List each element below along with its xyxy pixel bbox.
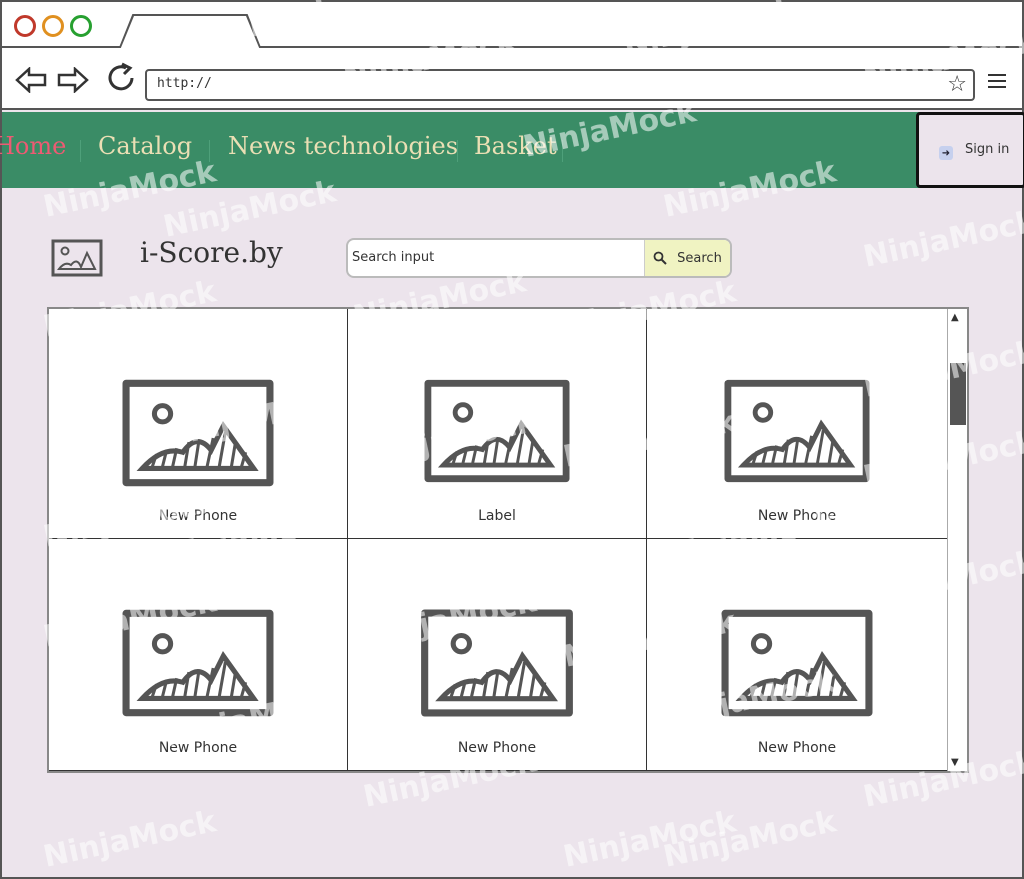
product-label: New Phone (457, 740, 537, 756)
scroll-up-icon[interactable]: ▲ (951, 312, 959, 323)
grid-scrollbar[interactable]: ▲ ▼ (947, 309, 967, 771)
reload-icon (108, 62, 134, 91)
product-card[interactable]: Label (348, 309, 647, 539)
browser-window: http:// ☆ Home Catalog News technologies… (0, 0, 1024, 879)
nav-separator (209, 140, 210, 162)
nav-separator (457, 140, 458, 162)
browser-tab[interactable] (120, 16, 260, 50)
product-label: New Phone (757, 508, 837, 524)
bookmark-star-icon[interactable]: ☆ (947, 73, 967, 97)
browser-menu-icon[interactable] (988, 74, 1006, 90)
product-grid: New Phone Label New Phone New Phone New … (47, 307, 969, 773)
product-image-icon (122, 379, 274, 487)
product-image-icon (721, 609, 873, 717)
nav-news-technologies[interactable]: News technologies (228, 132, 458, 160)
scroll-down-icon[interactable]: ▼ (951, 757, 959, 768)
forward-arrow-icon (57, 67, 89, 93)
minimize-window-button[interactable] (42, 15, 64, 37)
search-button-label: Search (677, 250, 722, 266)
product-label: New Phone (158, 740, 238, 756)
ninjamock-watermark: NinjaMock (40, 804, 220, 875)
site-brand: i-Score.by (140, 236, 283, 269)
address-bar[interactable]: http:// ☆ (145, 69, 975, 101)
maximize-window-button[interactable] (70, 15, 92, 37)
site-nav-bar: Home Catalog News technologies Basket (0, 112, 1022, 188)
sign-in-button[interactable]: ➜ Sign in (916, 112, 1024, 188)
logo-image-icon (51, 239, 103, 277)
product-image-icon (424, 379, 570, 483)
nav-separator (80, 140, 81, 162)
browser-toolbar: http:// ☆ (2, 48, 1022, 110)
back-button[interactable] (14, 66, 48, 94)
search-icon (653, 251, 667, 265)
search-box: Search input Search (346, 238, 732, 278)
product-label: New Phone (757, 740, 837, 756)
nav-basket[interactable]: Basket (474, 132, 557, 160)
back-arrow-icon (15, 67, 47, 93)
nav-separator (562, 140, 563, 162)
close-window-button[interactable] (14, 15, 36, 37)
forward-button[interactable] (56, 66, 90, 94)
product-image-icon (421, 609, 573, 717)
ninjamock-watermark: NinjaMock (660, 804, 840, 875)
search-input[interactable]: Search input (352, 250, 434, 265)
product-label: Label (478, 508, 516, 524)
search-button[interactable]: Search (644, 240, 730, 276)
product-image-icon (122, 609, 274, 717)
product-card[interactable]: New Phone (348, 539, 647, 771)
product-label: New Phone (158, 508, 238, 524)
ninjamock-watermark: NinjaMock (860, 204, 1024, 275)
ninjamock-watermark: NinjaMock (560, 804, 740, 875)
product-image-icon (724, 379, 870, 483)
sign-in-icon: ➜ (939, 146, 953, 160)
reload-button[interactable] (104, 62, 138, 92)
product-card[interactable]: New Phone (49, 539, 348, 771)
product-card[interactable]: New Phone (647, 539, 947, 771)
nav-catalog[interactable]: Catalog (98, 132, 192, 160)
url-text: http:// (157, 76, 212, 91)
sign-in-label: Sign in (965, 142, 1010, 157)
nav-home[interactable]: Home (0, 132, 66, 160)
product-card[interactable]: New Phone (49, 309, 348, 539)
title-bar (2, 2, 1022, 50)
scrollbar-thumb[interactable] (950, 363, 966, 425)
product-card[interactable]: New Phone (647, 309, 947, 539)
